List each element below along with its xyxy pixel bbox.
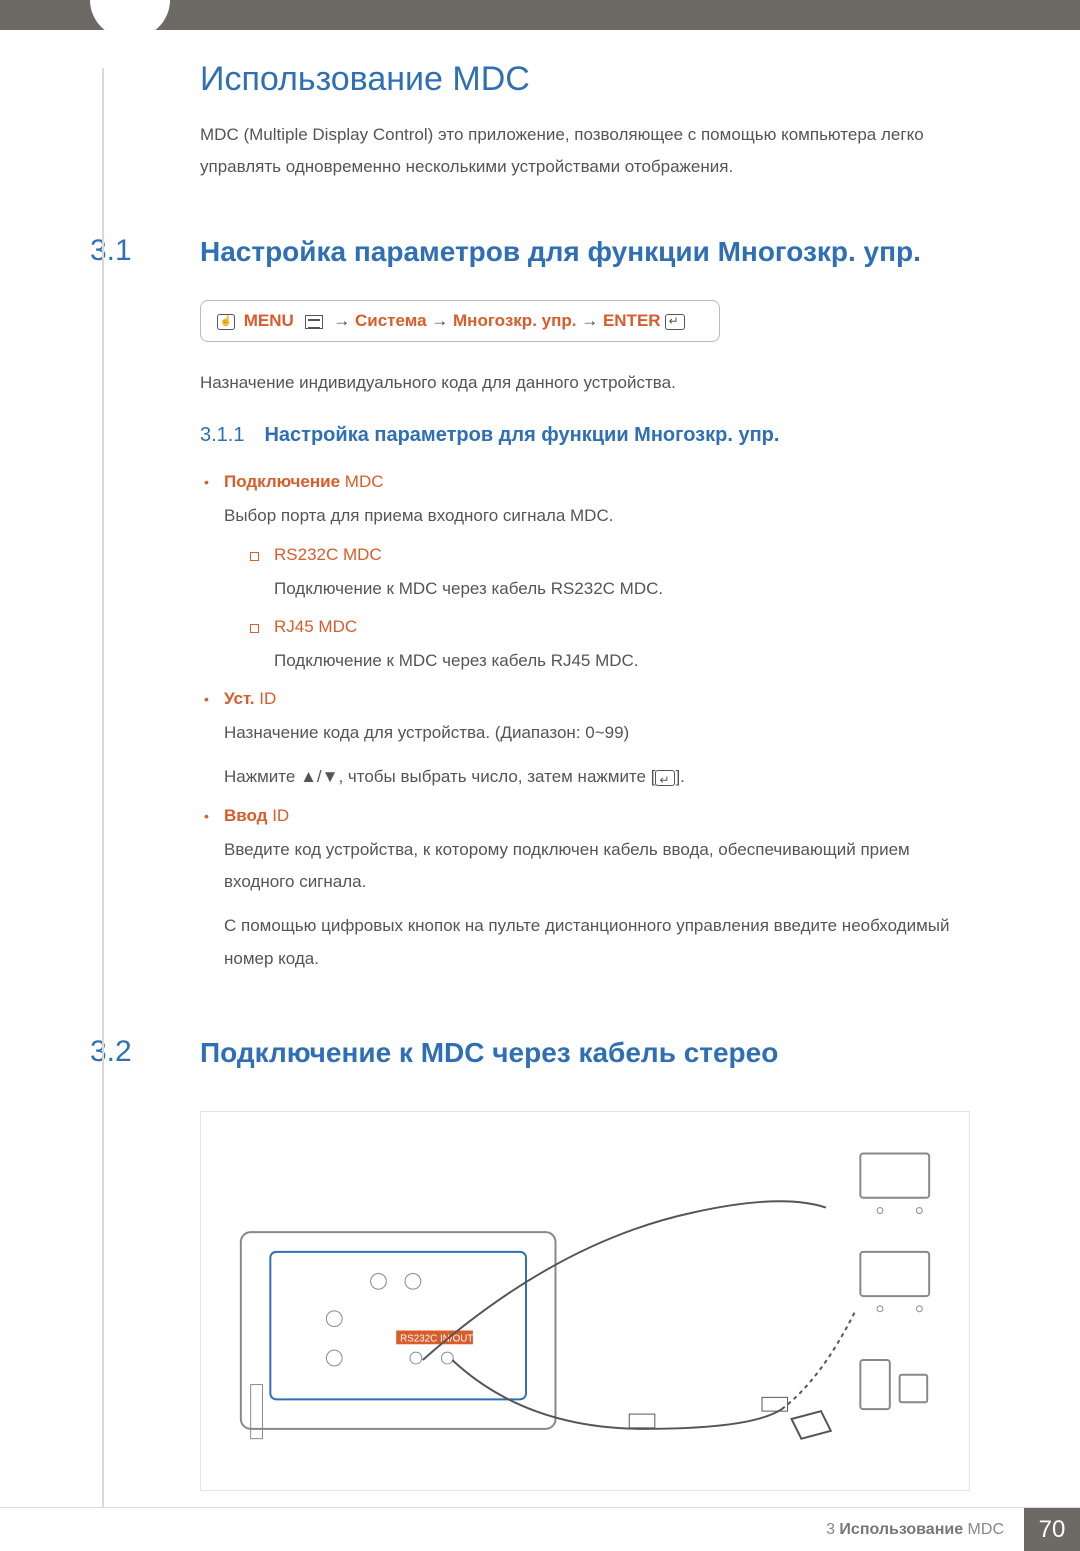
arrow-2: → — [431, 311, 448, 330]
item-head: Ввод ID — [224, 806, 289, 825]
item-desc: Выбор порта для приема входного сигнала … — [224, 500, 970, 532]
item-desc-1: Введите код устройства, к которому подкл… — [224, 834, 970, 899]
section-title: Настройка параметров для функции Многозк… — [200, 234, 921, 270]
item-mdc-connection: Подключение MDC Выбор порта для приема в… — [200, 472, 970, 677]
item-enter-id: Ввод ID Введите код устройства, к которо… — [200, 806, 970, 975]
enter-icon — [655, 770, 675, 786]
intro-paragraph: MDC (Multiple Display Control) это прило… — [200, 119, 970, 184]
enter-label: ENTER — [603, 311, 661, 330]
chapter-title: Использование MDC — [200, 60, 1080, 99]
menu-label: MENU — [244, 311, 294, 330]
diagram-port-label: RS232C IN/OUT — [400, 1334, 473, 1345]
para-assign-code: Назначение индивидуального кода для данн… — [200, 367, 970, 399]
enter-icon — [665, 314, 685, 330]
item-rs232c: RS232C MDC Подключение к MDC через кабел… — [244, 545, 970, 605]
chapter-badge — [90, 0, 170, 38]
section-3-1-header: 3.1 Настройка параметров для функции Мно… — [90, 234, 1080, 270]
diagram-svg: RS232C IN/OUT — [231, 1142, 939, 1460]
subsection-3-1-1: 3.1.1 Настройка параметров для функции Мн… — [200, 424, 970, 447]
item-head: Подключение MDC — [224, 472, 384, 491]
subsection-title: Настройка параметров для функции Многозк… — [264, 424, 779, 446]
subsection-number: 3.1.1 — [200, 424, 244, 446]
section-number: 3.2 — [90, 1035, 200, 1069]
item-rj45: RJ45 MDC Подключение к MDC через кабель … — [244, 617, 970, 677]
top-bar — [0, 0, 1080, 30]
item-desc-2: Нажмите ▲/▼, чтобы выбрать число, затем … — [224, 761, 970, 793]
item-head: Уст. ID — [224, 689, 276, 708]
menu-icon — [305, 315, 323, 329]
remote-icon: ☝ — [217, 314, 235, 330]
page: Использование MDC MDC (Multiple Display … — [0, 0, 1080, 1551]
arrow-3: → — [581, 311, 598, 330]
intro-strong: MDC (Multiple Display Control) — [200, 125, 433, 144]
item-head: RS232C MDC — [274, 545, 382, 564]
section-number: 3.1 — [90, 234, 200, 268]
section-title: Подключение к MDC через кабель стерео — [200, 1035, 778, 1071]
menu-path-box: ☝ MENU → Система → Многозкр. упр. → ENTE… — [200, 300, 720, 342]
item-desc: Подключение к MDC через кабель RS232C MD… — [274, 573, 970, 605]
section-3-1-content: ☝ MENU → Система → Многозкр. упр. → ENTE… — [200, 300, 970, 975]
side-line — [102, 68, 104, 1507]
item-desc-2: С помощью цифровых кнопок на пульте дист… — [224, 910, 970, 975]
item-desc: Подключение к MDC через кабель RJ45 MDC. — [274, 645, 970, 677]
path-multictl: Многозкр. упр. — [453, 311, 581, 330]
connection-diagram: RS232C IN/OUT — [200, 1111, 970, 1491]
item-desc-1: Назначение кода для устройства. (Диапазо… — [224, 717, 970, 749]
page-footer: 3 Использование MDC 70 — [0, 1507, 1080, 1551]
section-3-2-header: 3.2 Подключение к MDC через кабель стере… — [90, 1035, 1080, 1071]
item-set-id: Уст. ID Назначение кода для устройства. … — [200, 689, 970, 794]
item-head: RJ45 MDC — [274, 617, 357, 636]
page-number: 70 — [1024, 1508, 1080, 1551]
footer-chapter-ref: 3 Использование MDC — [826, 1521, 1004, 1539]
path-system: Система — [355, 311, 431, 330]
arrow-1: → — [333, 311, 350, 330]
